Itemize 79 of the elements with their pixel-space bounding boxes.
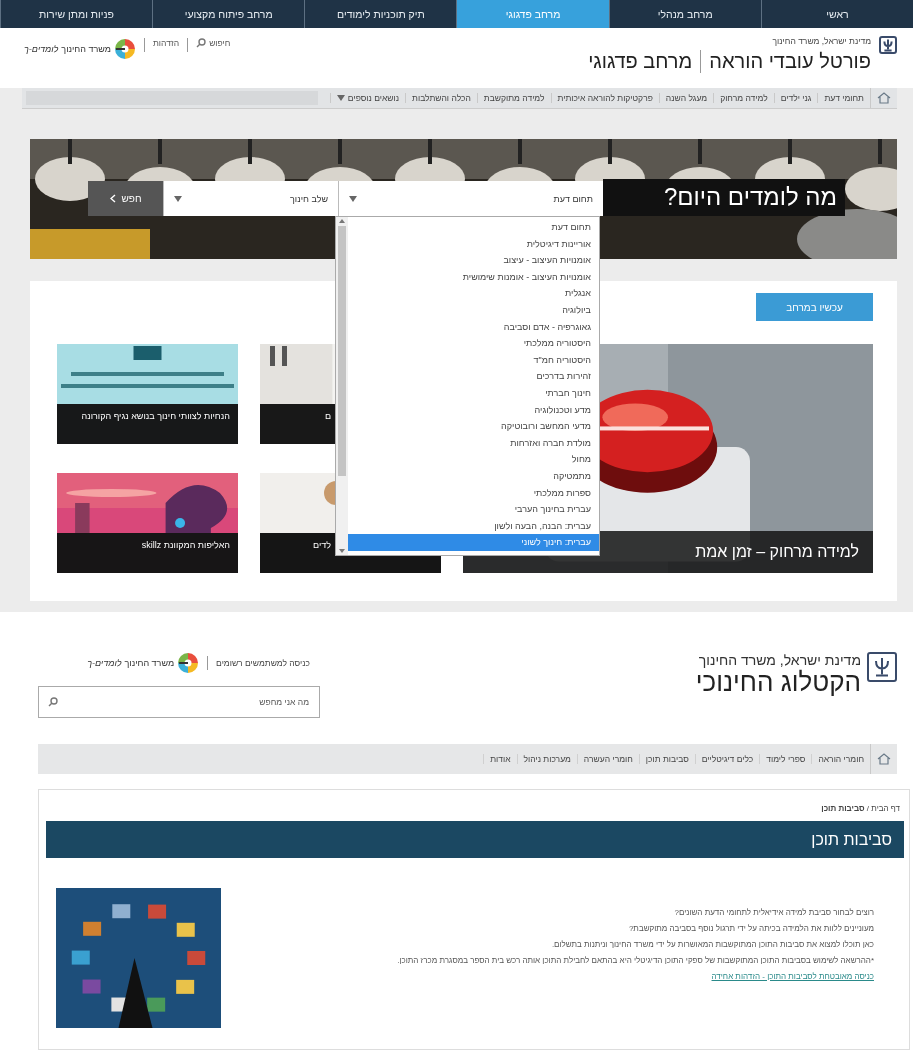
banner-heading: מה לומדים היום? xyxy=(603,179,845,216)
home-icon xyxy=(877,92,891,104)
dropdown-option[interactable]: זהירות בדרכים xyxy=(348,368,599,385)
portal-subtitle: מרחב פדגוגי xyxy=(588,50,702,73)
nav-link[interactable]: חומרי העשרה xyxy=(576,754,639,764)
paragraph: מעוניינים ללוות את הלמידה בכיתה על ידי תרגול נוסף בסביבה מתוקשבת? xyxy=(627,924,874,933)
breadcrumb: דף הבית / סביבות תוכן xyxy=(820,804,901,813)
nav-link[interactable]: למידה מרחוק xyxy=(713,93,774,103)
emblem-icon xyxy=(879,36,897,54)
dropdown-option[interactable]: אנגלית xyxy=(348,285,599,302)
home-icon xyxy=(877,753,891,765)
dropdown-option[interactable]: עברית: חינוך לשוני xyxy=(348,534,599,551)
catalog-title: הקטלוג החינוכי xyxy=(695,668,861,696)
search-icon xyxy=(48,697,58,707)
dropdown-option[interactable]: מחול xyxy=(348,451,599,468)
login-link[interactable]: הזדהות xyxy=(152,38,180,48)
nav-link[interactable]: מעגל השנה xyxy=(658,93,714,103)
subject-dropdown[interactable]: תחום דעת xyxy=(338,181,603,216)
caret-icon xyxy=(349,195,357,202)
nav-link[interactable]: מערכות ניהול xyxy=(516,754,577,764)
dropdown-option[interactable]: ביולוגיה xyxy=(348,301,599,319)
paragraph: רוצים לבחור סביבת למידה אידיאלית לתחומי הדעת השונים? xyxy=(673,908,874,917)
paragraph: כאן תוכלו למצוא את סביבות התוכן המתוקשבות המאושרות על ידי משרד החינוך וניתנות בתשלום. xyxy=(550,940,874,949)
dropdown-option[interactable]: מולדת חברה ואזרחות xyxy=(348,434,599,452)
search-field[interactable]: מה אני מחפש xyxy=(38,686,320,718)
dropdown-option[interactable]: אומנויות העיצוב - עיצוב xyxy=(348,252,599,269)
nav-link[interactable]: גני ילדים xyxy=(773,93,818,103)
portal-title: פורטל עובדי הוראה xyxy=(709,50,871,73)
scroll-up-icon xyxy=(339,219,345,223)
dropdown-option[interactable]: עברית: הבנה, הבעה ולשון xyxy=(348,517,599,535)
tile-caption[interactable]: לדים xyxy=(312,540,331,550)
logo-text: משרד החינוך xyxy=(124,658,175,668)
ministry-name: מדינת ישראל, משרד החינוך xyxy=(697,652,861,668)
dropdown-option[interactable]: מדעי המחשב ורובוטיקה xyxy=(348,418,599,435)
chevron-icon xyxy=(109,194,116,203)
search-link[interactable]: חיפוש xyxy=(196,38,231,48)
nav-link[interactable]: נושאים נוספים xyxy=(329,93,406,103)
logo-tagline: לומדים-ך xyxy=(24,44,59,54)
login-link[interactable]: כניסה מאובטחת לסביבות התוכן - הזדהות אחידה xyxy=(711,972,874,981)
dropdown-option[interactable]: מתמטיקה xyxy=(348,467,599,485)
dropdown-option[interactable]: חינוך חברתי xyxy=(348,384,599,402)
emblem-icon xyxy=(867,652,897,682)
logo-text: משרד החינוך xyxy=(61,44,111,54)
caret-icon xyxy=(336,95,345,101)
scrollbar-thumb[interactable] xyxy=(338,226,346,476)
tile-caption[interactable]: למידה מרחוק – זמן אמת xyxy=(695,543,859,560)
nav-link[interactable]: חומרי הוראה xyxy=(811,754,870,764)
dropdown-option[interactable]: גאוגרפיה - אדם וסביבה xyxy=(348,318,599,336)
logo-tagline: לומדים-ך xyxy=(87,658,122,668)
dropdown-option[interactable]: עברית בחינוך הערבי xyxy=(348,501,599,518)
nav-link[interactable]: ספרי לימוד xyxy=(759,754,812,764)
tile-caption[interactable]: ם xyxy=(324,411,331,421)
nav-link[interactable]: תחומי דעת xyxy=(817,93,870,103)
dropdown-option[interactable]: אוריינות דיגיטלית xyxy=(348,235,599,253)
dropdown-option[interactable]: מדע וטכנולוגיה xyxy=(348,401,599,419)
page-title: סביבות תוכן xyxy=(46,821,904,858)
login-link[interactable]: כניסה למשתמשים רשומים xyxy=(216,658,310,668)
nav-link[interactable]: כלים דיגיטליים xyxy=(694,754,760,764)
search-icon xyxy=(196,38,207,48)
dropdown-option[interactable]: אומנויות העיצוב - אומנות שימושית xyxy=(348,268,599,286)
nav-link[interactable]: סביבות תוכן xyxy=(638,754,695,764)
scrollbar[interactable] xyxy=(336,217,348,555)
tile-caption[interactable]: האליפות המקוונת skillz xyxy=(141,540,230,550)
logo-icon xyxy=(113,38,136,60)
nav-link[interactable]: למידה מתוקשבת xyxy=(476,93,551,103)
dropdown-option[interactable]: היסטוריה ממלכתי xyxy=(348,335,599,352)
dropdown-option[interactable]: ספרות ממלכתי xyxy=(348,484,599,502)
search-button[interactable]: חפש xyxy=(88,181,163,216)
dropdown-option[interactable]: היסטוריה חמ"ד xyxy=(348,351,599,369)
caret-icon xyxy=(174,195,182,202)
nav-link[interactable]: פרקטיקות להוראה איכותית xyxy=(550,93,659,103)
dropdown-option[interactable]: תחום דעת xyxy=(348,219,599,236)
nav-link[interactable]: הכלה והשתלבות xyxy=(405,93,477,103)
scroll-down-icon xyxy=(339,549,345,553)
paragraph: *ההרשאה לשימוש בסביבות התוכן המתוקשבות של ספקי התוכן הדיגיטלי היא בהתאם לחבילת התוכן אותה רכש בית הספר במסגרת מכרז התוכן. xyxy=(397,956,874,965)
logo-icon xyxy=(177,652,200,674)
ministry-name: מדינת ישראל, משרד החינוך xyxy=(771,36,871,46)
nav-link[interactable]: אודות xyxy=(483,754,517,764)
stage-dropdown[interactable]: שלב חינוך xyxy=(163,181,338,216)
